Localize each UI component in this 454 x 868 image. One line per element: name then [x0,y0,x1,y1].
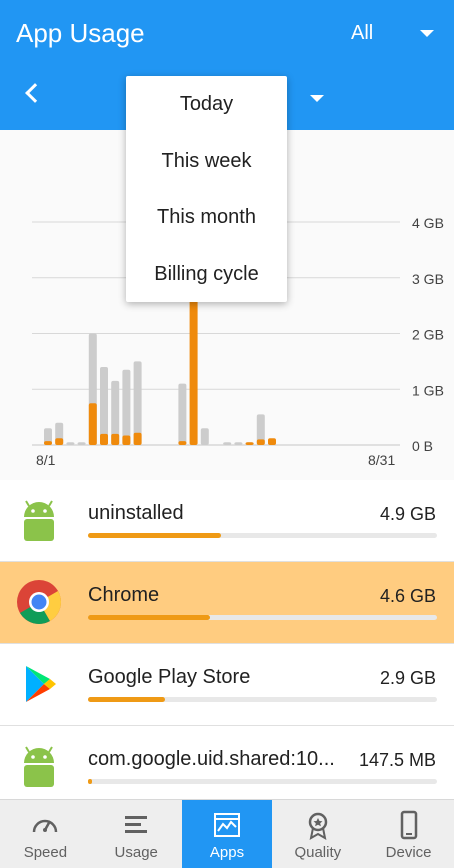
usage-bar-fill [88,697,165,702]
y-tick-label: 2 GB [412,327,444,343]
app-size: 2.9 GB [379,668,436,688]
app-name: Chrome [88,584,160,606]
period-menu: Today This week This month Billing cycle [126,76,287,302]
nav-quality[interactable]: Quality [272,800,363,868]
app-usage-bar [100,433,108,445]
usage-list-icon [125,816,148,833]
filter-dropdown[interactable]: All [351,22,373,45]
app-row-google-play-store[interactable]: Google Play Store 2.9 GB [0,644,454,726]
usage-bar [88,615,437,620]
app-usage-bar [245,442,254,445]
nav-usage[interactable]: Usage [91,800,182,868]
period-menu-item-today[interactable]: Today [126,76,287,133]
total-usage-bar [77,442,86,445]
android-icon [24,500,54,541]
nav-label: Quality [294,844,342,861]
speedometer-icon [33,819,58,833]
y-tick-label: 4 GB [412,215,444,231]
filter-dropdown-arrow-icon[interactable] [420,30,434,37]
usage-bar [88,697,437,702]
app-row-shared-uid[interactable]: com.google.uid.shared:10... 147.5 MB [0,726,454,808]
apps-chart-icon [213,813,240,837]
nav-apps[interactable]: Apps [181,800,273,868]
y-tick-label: 3 GB [412,271,444,287]
app-usage-bar [256,439,265,445]
nav-label: Apps [209,844,245,861]
app-usage-bar [44,441,52,445]
total-usage-bar [133,361,142,445]
usage-bar-fill [88,533,221,538]
total-usage-bar [66,442,75,445]
nav-speed[interactable]: Speed [0,800,91,868]
usage-bar-fill [88,615,211,620]
android-icon [24,746,54,787]
app-usage-bar [178,441,187,445]
app-usage-bar [88,403,97,445]
bottom-navigation: Speed Usage Apps Quality Device [0,799,454,868]
usage-bar [88,533,437,538]
app-row-chrome[interactable]: Chrome 4.6 GB [0,562,454,644]
app-name: uninstalled [88,502,184,524]
app-usage-bar [55,438,64,445]
period-dropdown-arrow-icon[interactable] [310,95,324,102]
nav-device[interactable]: Device [363,800,454,868]
total-usage-bar [178,383,187,445]
app-row-uninstalled[interactable]: uninstalled 4.9 GB [0,480,454,562]
x-end-label: 8/31 [368,452,395,468]
app-name: com.google.uid.shared:10... [88,748,335,770]
period-menu-item-this-month[interactable]: This month [126,189,287,246]
total-usage-bar [100,366,108,445]
chrome-icon [17,580,61,624]
app-size: 4.9 GB [379,504,436,524]
app-usage-bar [133,432,142,445]
usage-bar-fill [88,779,93,784]
total-usage-bar [223,442,232,445]
app-size: 4.6 GB [379,586,436,606]
total-usage-bar [200,428,209,445]
period-menu-item-this-week[interactable]: This week [126,133,287,190]
app-usage-bar [268,438,276,445]
nav-label: Speed [23,844,68,861]
y-tick-label: 1 GB [412,382,444,398]
total-usage-bar [234,442,243,445]
x-start-label: 8/1 [36,452,56,468]
app-usage-bar [111,433,120,445]
usage-bar [88,779,437,784]
app-size: 147.5 MB [358,750,436,770]
app-usage-bar [122,435,131,445]
period-menu-item-billing-cycle[interactable]: Billing cycle [126,246,287,303]
play-store-icon [26,666,56,702]
nav-label: Device [385,844,432,861]
total-usage-bar [122,369,131,445]
previous-period-icon[interactable] [25,83,45,103]
quality-badge-icon [308,812,328,840]
app-name: Google Play Store [88,666,251,688]
nav-label: Usage [114,844,158,861]
y-tick-label: 0 B [412,438,433,454]
phone-icon [400,810,417,840]
page-title: App Usage [16,18,145,48]
app-list: uninstalled 4.9 GB Chrome 4.6 GB Google … [0,480,454,808]
